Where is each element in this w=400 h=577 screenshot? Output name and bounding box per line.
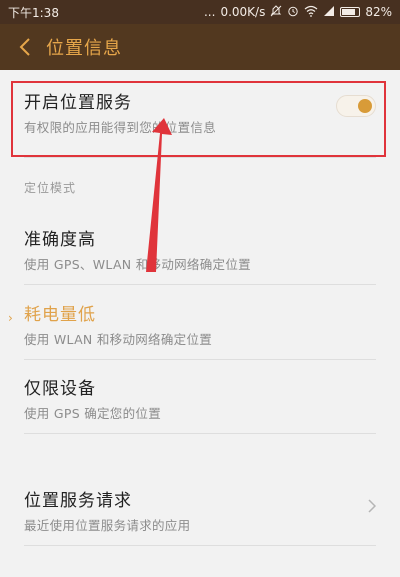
mode-option-title: 准确度高 xyxy=(24,230,96,250)
divider xyxy=(24,545,376,546)
mode-option-title: 仅限设备 xyxy=(24,379,96,399)
network-speed: 0.00K/s xyxy=(220,5,266,19)
divider xyxy=(24,157,376,158)
toggle-knob xyxy=(358,99,372,113)
wifi-icon xyxy=(304,5,318,19)
location-service-toggle[interactable] xyxy=(336,95,376,117)
status-time: 下午1:38 xyxy=(8,5,59,20)
mode-option-high-accuracy[interactable]: 准确度高 使用 GPS、WLAN 和移动网络确定位置 xyxy=(0,225,400,273)
location-requests-row[interactable]: 位置服务请求 最近使用位置服务请求的应用 xyxy=(0,486,400,534)
settings-list: 开启位置服务 有权限的应用能得到您的位置信息 定位模式 准确度高 使用 GPS、… xyxy=(0,70,400,577)
signal-icon xyxy=(323,5,335,19)
mode-option-battery-saving[interactable]: 耗电量低 使用 WLAN 和移动网络确定位置 xyxy=(0,300,400,348)
status-bar: 下午1:38 ... 0.00K/s 82% xyxy=(0,0,400,24)
mute-icon xyxy=(270,5,282,19)
divider xyxy=(24,359,376,360)
divider xyxy=(24,284,376,285)
location-service-subtitle: 有权限的应用能得到您的位置信息 xyxy=(24,120,217,135)
location-requests-title: 位置服务请求 xyxy=(24,491,132,511)
mode-option-device-only[interactable]: 仅限设备 使用 GPS 确定您的位置 xyxy=(0,374,400,422)
status-dots: ... xyxy=(203,5,216,19)
divider xyxy=(24,433,376,434)
chevron-left-icon[interactable] xyxy=(14,36,36,58)
page-title: 位置信息 xyxy=(46,38,122,59)
alarm-icon xyxy=(287,5,299,19)
chevron-right-icon xyxy=(368,498,377,517)
battery-icon xyxy=(340,7,361,17)
mode-option-subtitle: 使用 GPS、WLAN 和移动网络确定位置 xyxy=(24,257,251,272)
status-indicators: ... 0.00K/s 82% xyxy=(204,5,392,19)
mode-option-subtitle: 使用 GPS 确定您的位置 xyxy=(24,406,162,421)
battery-percent: 82% xyxy=(365,5,392,19)
title-bar: 位置信息 xyxy=(0,24,400,70)
section-label-mode: 定位模式 xyxy=(24,181,77,195)
mode-option-subtitle: 使用 WLAN 和移动网络确定位置 xyxy=(24,332,213,347)
location-requests-subtitle: 最近使用位置服务请求的应用 xyxy=(24,518,191,533)
mode-option-title: 耗电量低 xyxy=(24,305,96,325)
